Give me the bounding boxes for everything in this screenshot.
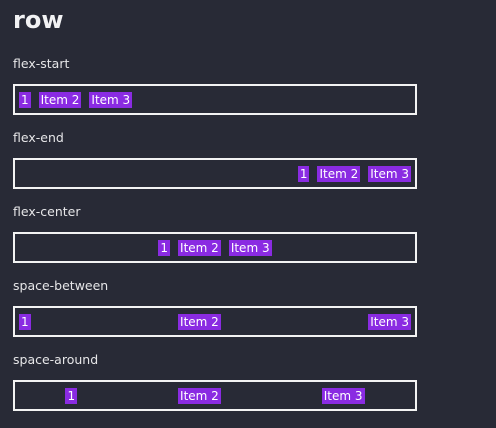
flex-container-flex-start: 1 Item 2 Item 3 [13, 84, 417, 115]
flex-item-3: Item 3 [321, 387, 365, 404]
flex-item-1: 1 [19, 313, 31, 330]
flex-item-3: Item 3 [368, 313, 411, 330]
flex-item-3: Item 3 [368, 165, 411, 182]
section-label-flex-start: flex-start [13, 56, 70, 71]
flex-container-space-between: 1 Item 2 Item 3 [13, 306, 417, 337]
flex-container-flex-center: 1 Item 2 Item 3 [13, 232, 417, 263]
flex-item-1: 1 [65, 387, 78, 404]
flex-item-2: Item 2 [38, 91, 82, 108]
flex-item-3: Item 3 [228, 239, 272, 256]
flex-item-2: Item 2 [178, 239, 221, 256]
page-title: row [13, 6, 64, 34]
section-label-space-around: space-around [13, 352, 99, 367]
flex-item-2: Item 2 [178, 387, 221, 404]
flex-item-1: 1 [19, 91, 31, 108]
section-label-space-between: space-between [13, 278, 109, 293]
flex-item-3: Item 3 [89, 91, 133, 108]
section-label-flex-center: flex-center [13, 204, 81, 219]
flex-item-1: 1 [158, 239, 171, 256]
section-label-flex-end: flex-end [13, 130, 64, 145]
flex-item-2: Item 2 [317, 165, 361, 182]
flex-container-space-around: 1 Item 2 Item 3 [13, 380, 417, 411]
flex-item-1: 1 [297, 165, 310, 182]
flex-item-2: Item 2 [178, 313, 221, 330]
flex-container-flex-end: 1 Item 2 Item 3 [13, 158, 417, 189]
